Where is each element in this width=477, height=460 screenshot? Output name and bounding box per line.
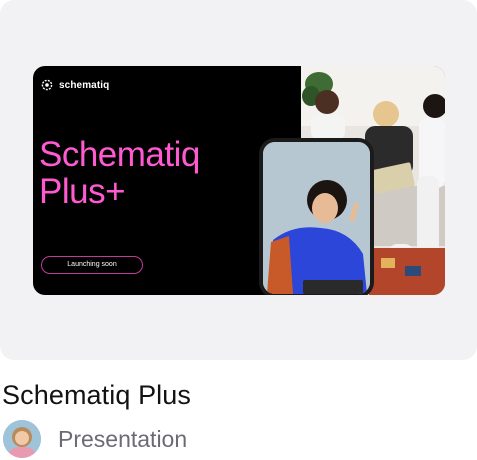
design-type-label: Presentation: [58, 426, 188, 452]
design-title[interactable]: Schematiq Plus: [2, 380, 191, 411]
brand-name: schematiq: [59, 79, 110, 91]
launch-pill: Launching soon: [41, 256, 143, 274]
thumbnail-headline: Schematiq Plus+: [39, 135, 200, 211]
brand-logo: schematiq: [41, 79, 109, 91]
avatar-image: [3, 420, 41, 458]
phone-mockup-image: [259, 138, 374, 295]
owner-avatar[interactable]: [3, 420, 41, 458]
logo-mark-icon: [41, 79, 53, 91]
design-card[interactable]: schematiq Schematiq Plus+ Launching soon: [0, 0, 477, 360]
design-thumbnail[interactable]: schematiq Schematiq Plus+ Launching soon: [33, 66, 445, 295]
